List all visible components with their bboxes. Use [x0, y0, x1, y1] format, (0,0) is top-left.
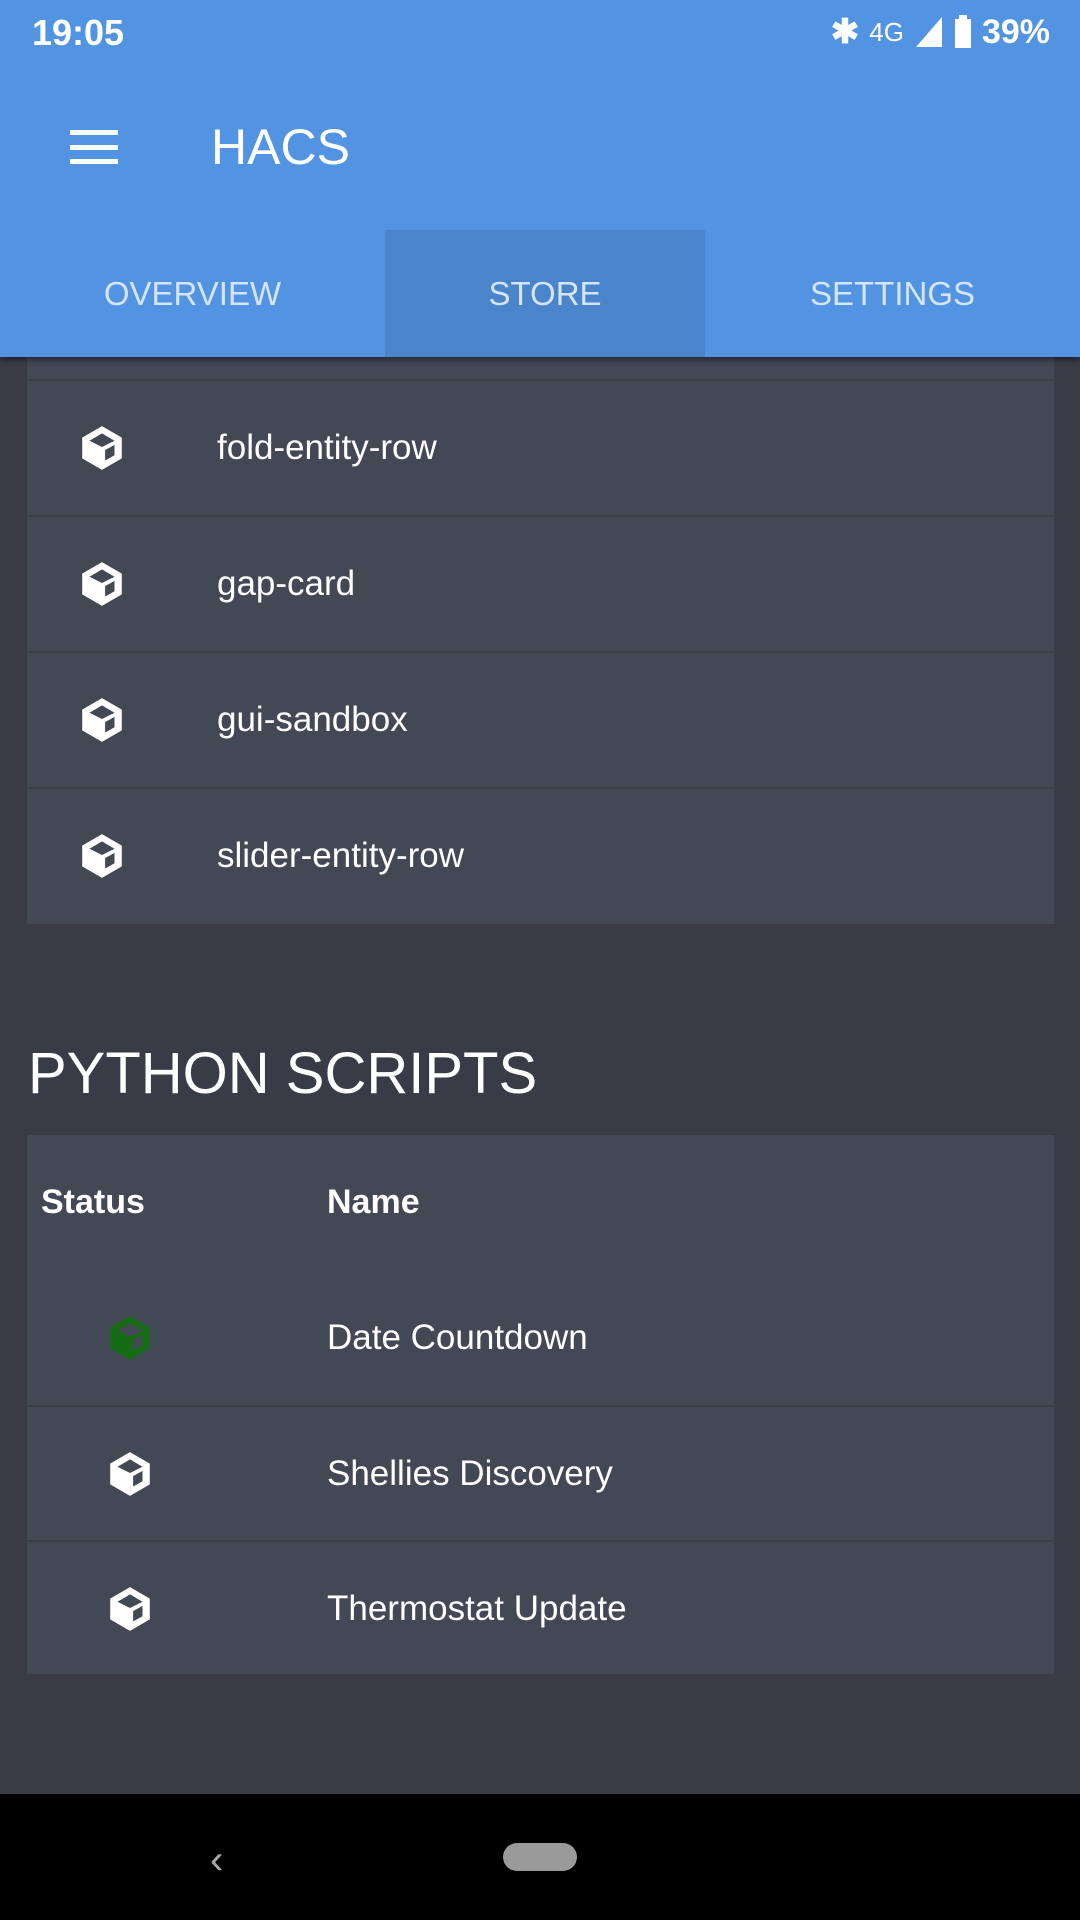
- battery-icon: [954, 15, 971, 48]
- section-heading-python-scripts: PYTHON SCRIPTS: [28, 1041, 538, 1106]
- script-name: Date Countdown: [327, 1317, 588, 1357]
- page-title: HACS: [211, 119, 350, 175]
- status-icons: ✱ 4G 39%: [831, 12, 1050, 52]
- script-name: Shellies Discovery: [327, 1453, 613, 1493]
- cube-icon: [77, 831, 127, 881]
- cube-icon: [105, 1449, 155, 1499]
- tab-overview[interactable]: OVERVIEW: [0, 230, 385, 357]
- plugin-row[interactable]: fold-entity-row: [27, 379, 1054, 515]
- app-bar: 19:05 ✱ 4G 39% HACS OVERVIEW STORE SETTI…: [0, 0, 1080, 357]
- column-header-status[interactable]: Status: [41, 1183, 145, 1222]
- column-header-name[interactable]: Name: [327, 1183, 420, 1222]
- cube-icon: [77, 559, 127, 609]
- tab-bar: OVERVIEW STORE SETTINGS: [0, 230, 1080, 357]
- network-type: 4G: [869, 16, 904, 47]
- tab-settings[interactable]: SETTINGS: [705, 230, 1080, 357]
- script-name: Thermostat Update: [327, 1588, 627, 1628]
- plugin-name: fold-entity-row: [217, 428, 437, 467]
- table-row[interactable]: Thermostat Update: [27, 1540, 1054, 1675]
- table-row[interactable]: Shellies Discovery: [27, 1405, 1054, 1540]
- cube-icon: [77, 423, 127, 473]
- back-button[interactable]: ‹: [210, 1838, 223, 1883]
- plugin-name: slider-entity-row: [217, 836, 464, 875]
- status-time: 19:05: [32, 12, 125, 53]
- cube-icon: [105, 1584, 155, 1634]
- python-scripts-table: Status Name Date Countdown Shellies Disco…: [27, 1135, 1054, 1674]
- battery-percent: 39%: [981, 12, 1050, 51]
- cube-icon: [77, 695, 127, 745]
- plugin-name: gap-card: [217, 564, 356, 603]
- menu-icon[interactable]: [70, 130, 118, 164]
- table-header: Status Name: [27, 1135, 1054, 1270]
- table-row[interactable]: Date Countdown: [27, 1270, 1054, 1405]
- tab-store[interactable]: STORE: [385, 230, 705, 357]
- home-button[interactable]: [503, 1843, 577, 1871]
- plugins-card: fold-entity-row gap-card gui-sandbox slider…: [27, 357, 1054, 924]
- previous-row-edge: [27, 357, 1054, 379]
- plugin-row[interactable]: gap-card: [27, 515, 1054, 651]
- plugin-row[interactable]: gui-sandbox: [27, 651, 1054, 787]
- bluetooth-icon: ✱: [830, 13, 860, 51]
- signal-icon: [915, 17, 942, 47]
- plugin-row[interactable]: slider-entity-row: [27, 787, 1054, 923]
- plugin-name: gui-sandbox: [217, 700, 408, 739]
- cube-icon: [105, 1313, 155, 1363]
